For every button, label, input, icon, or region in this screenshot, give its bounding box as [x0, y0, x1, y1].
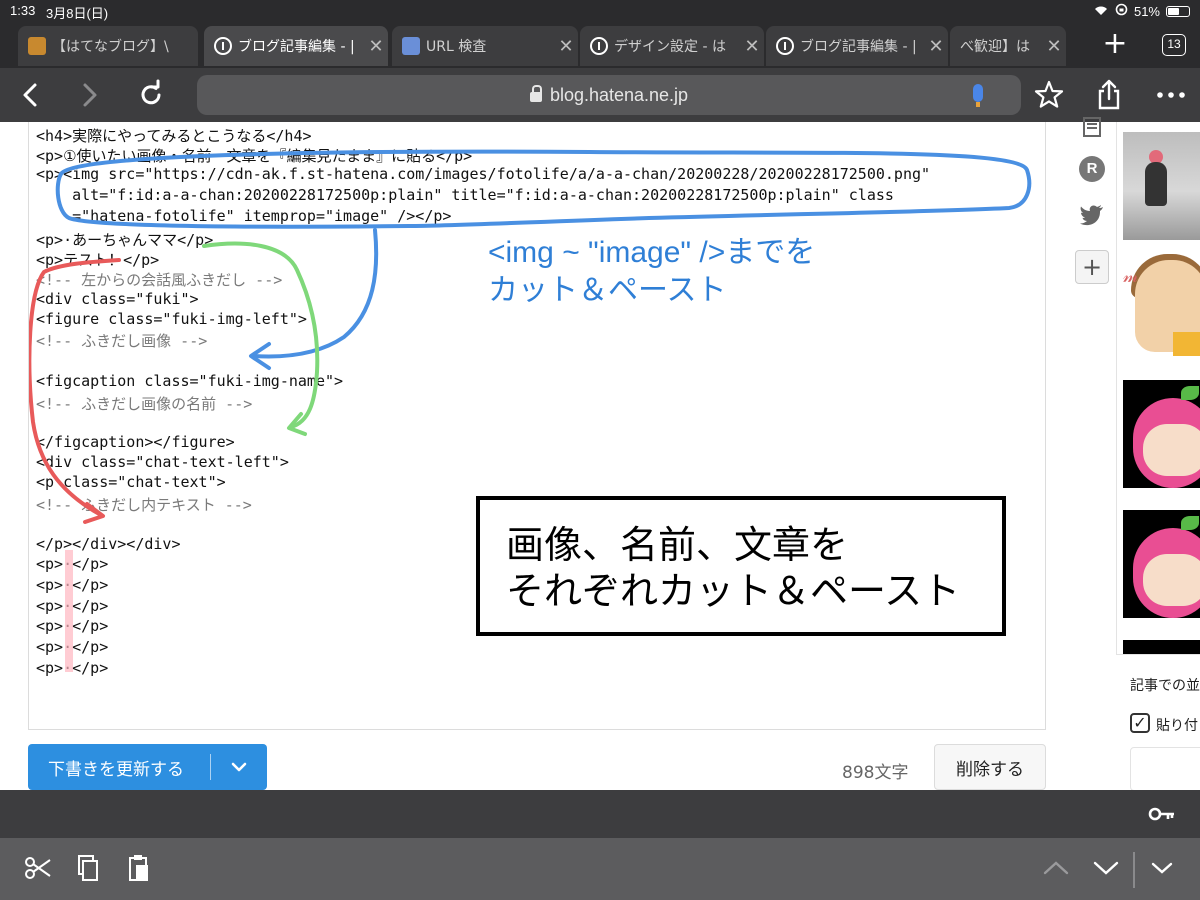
- more-dots-icon: [1157, 92, 1185, 98]
- paste-checkbox-label: 貼り付: [1156, 718, 1198, 734]
- tab-count-button[interactable]: 13: [1162, 34, 1186, 56]
- bookmark-button[interactable]: [1032, 78, 1066, 112]
- favicon-icon: [28, 37, 46, 55]
- tab-label: 【はてなブログ】\: [52, 39, 169, 55]
- paste-checkbox[interactable]: ✓: [1130, 713, 1150, 733]
- chevron-right-icon: [83, 83, 97, 107]
- hatena-icon: [776, 37, 794, 55]
- tab-blog-edit-2[interactable]: ブログ記事編集 - | ✕: [766, 26, 948, 66]
- twitter-icon[interactable]: [1079, 204, 1105, 230]
- tab-label: ブログ記事編集 - |: [238, 39, 355, 55]
- annotation-blue-line2: カット＆ペースト: [488, 274, 727, 307]
- star-icon: [1034, 80, 1064, 108]
- dismiss-keyboard-button[interactable]: [1144, 852, 1180, 888]
- close-icon[interactable]: ✕: [740, 36, 764, 57]
- forward-button[interactable]: [72, 78, 106, 112]
- share-icon: [1098, 79, 1120, 110]
- chevron-down-icon: [1151, 862, 1173, 874]
- scissors-icon[interactable]: [20, 852, 56, 888]
- page-content: <h4>実際にやってみるとこうなる</h4> <p>①使いたい画像・名前・文章を…: [0, 117, 1200, 791]
- paste-icon[interactable]: [120, 852, 156, 888]
- copy-icon[interactable]: [70, 852, 106, 888]
- rotation-lock-icon: [1115, 3, 1128, 19]
- annotation-box: 画像、名前、文章を それぞれカット＆ペースト: [476, 496, 1006, 636]
- tab-label: べ歓迎】は: [960, 39, 1030, 55]
- address-bar[interactable]: blog.hatena.ne.jp: [197, 75, 1021, 115]
- status-time: 1:33: [10, 3, 36, 18]
- red-arrow: [29, 258, 121, 517]
- hatena-icon: [214, 37, 232, 55]
- annotation-strokes: [29, 149, 1032, 672]
- character-thumbnail[interactable]: [1123, 510, 1200, 618]
- close-icon[interactable]: ✕: [1042, 36, 1066, 57]
- lock-icon: [529, 85, 542, 102]
- keyboard-accessory-bar: [0, 790, 1200, 838]
- close-icon[interactable]: ✕: [924, 36, 948, 57]
- add-plus-icon[interactable]: +: [1075, 250, 1109, 284]
- update-draft-label: 下書きを更新する: [48, 759, 184, 780]
- mic-icon[interactable]: [973, 84, 983, 107]
- screen: 1:33 3月8日(日) 51% 【はてなブログ】\ ブログ記事編集 - | ✕…: [0, 0, 1200, 900]
- tab-label: ブログ記事編集 - |: [800, 39, 917, 55]
- more-menu-button[interactable]: [1154, 78, 1188, 112]
- tab-label: URL 検査: [426, 39, 487, 55]
- blue-highlight-loop: [55, 149, 1032, 229]
- option-heading: 記事での並: [1130, 678, 1200, 694]
- status-right: 51%: [1093, 3, 1190, 19]
- share-button[interactable]: [1092, 78, 1126, 112]
- document-icon[interactable]: [1079, 116, 1105, 142]
- character-thumbnail[interactable]: [1123, 380, 1200, 488]
- chevron-down-icon[interactable]: [1088, 852, 1124, 888]
- new-tab-button[interactable]: +: [1098, 29, 1132, 60]
- green-arrow: [202, 241, 320, 429]
- divider: [1133, 852, 1135, 888]
- annotation-box-line1: 画像、名前、文章を: [506, 523, 849, 567]
- hatena-icon: [590, 37, 608, 55]
- annotation-box-line2: それぞれカット＆ペースト: [506, 569, 961, 613]
- status-bar: 1:33 3月8日(日) 51%: [0, 0, 1200, 22]
- chevron-left-icon: [23, 83, 37, 107]
- char-count: 898文字: [842, 763, 909, 783]
- tab-welcome[interactable]: べ歓迎】は ✕: [950, 26, 1066, 66]
- r-icon[interactable]: R: [1079, 156, 1105, 182]
- back-button[interactable]: [14, 78, 48, 112]
- tab-label: デザイン設定 - は: [614, 39, 726, 55]
- editor-sidebar: R +: [1068, 117, 1116, 790]
- status-date: 3月8日(日): [46, 6, 109, 21]
- illustration-thumbnail[interactable]: 𝓂: [1123, 248, 1200, 356]
- nav-bar: blog.hatena.ne.jp: [0, 68, 1200, 122]
- wifi-icon: [1093, 4, 1109, 19]
- tab-url-inspect[interactable]: URL 検査 ✕: [392, 26, 578, 66]
- red-dot-marks: [65, 550, 73, 672]
- update-draft-button[interactable]: 下書きを更新する: [28, 744, 267, 790]
- button-divider: [210, 754, 211, 780]
- delete-button[interactable]: 削除する: [934, 744, 1046, 790]
- reload-button[interactable]: [134, 78, 168, 112]
- annotation-blue-text: <img ~ "image" />までを カット＆ペースト: [488, 234, 815, 310]
- right-options-panel: 記事での並 ✓ 貼り付: [1116, 654, 1200, 791]
- keyboard-shortcut-bar: [0, 838, 1200, 900]
- chevron-up-icon[interactable]: [1038, 852, 1074, 888]
- key-icon[interactable]: [1148, 806, 1176, 822]
- tab-design-settings[interactable]: デザイン設定 - は ✕: [580, 26, 764, 66]
- tab-blog-edit-active[interactable]: ブログ記事編集 - | ✕: [204, 26, 388, 66]
- html-editor[interactable]: <h4>実際にやってみるとこうなる</h4> <p>①使いたい画像・名前・文章を…: [28, 122, 1046, 730]
- url-inspect-icon: [402, 37, 420, 55]
- chevron-down-icon[interactable]: [211, 757, 267, 778]
- close-icon[interactable]: ✕: [364, 36, 388, 57]
- option-box[interactable]: [1130, 747, 1200, 791]
- photo-thumbnail[interactable]: [1123, 132, 1200, 240]
- annotation-blue-line1: <img ~ "image" />までを: [488, 236, 816, 269]
- battery-icon: [1166, 5, 1190, 17]
- url-text: blog.hatena.ne.jp: [549, 84, 689, 105]
- battery-percent: 51%: [1133, 3, 1160, 19]
- tab-bar: 【はてなブログ】\ ブログ記事編集 - | ✕ URL 検査 ✕ デザイン設定 …: [0, 22, 1200, 68]
- tab-hatena-blog-1[interactable]: 【はてなブログ】\: [18, 26, 198, 66]
- reload-icon: [141, 79, 161, 105]
- close-icon[interactable]: ✕: [554, 36, 578, 57]
